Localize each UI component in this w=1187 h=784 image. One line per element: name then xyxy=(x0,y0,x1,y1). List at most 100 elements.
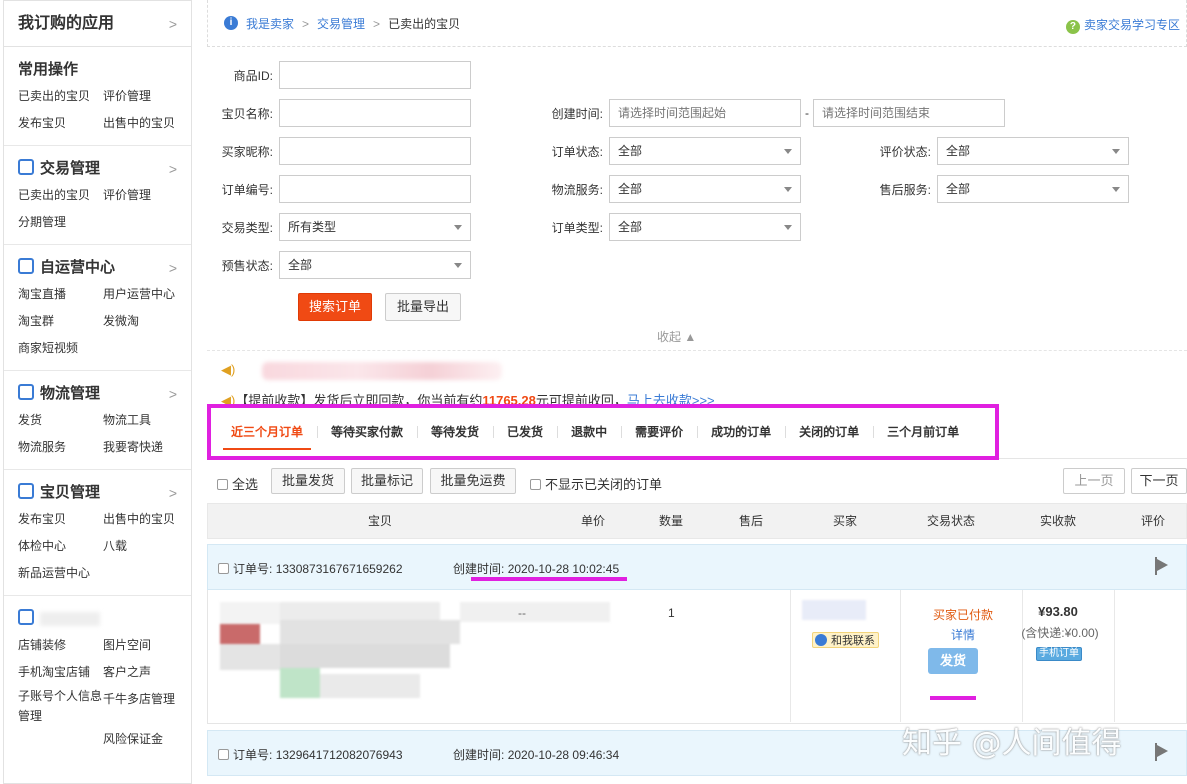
sidebar-item-short-video[interactable]: 商家短视频 xyxy=(18,335,103,362)
ship-button[interactable]: 发货 xyxy=(928,648,978,674)
divider xyxy=(207,350,1187,351)
sidebar-item-on-sale[interactable]: 出售中的宝贝 xyxy=(103,506,191,533)
sidebar-item-decoration[interactable]: 店铺装修 xyxy=(18,632,103,659)
sidebar-item-multi-store[interactable]: 千牛多店管理 xyxy=(103,686,191,713)
presale-select[interactable]: 全部 xyxy=(279,251,471,279)
sidebar-item-health-check[interactable]: 体检中心 xyxy=(18,533,103,560)
batch-mark-button[interactable]: 批量标记 xyxy=(351,468,423,494)
flag-icon[interactable] xyxy=(1155,557,1168,575)
batch-ship-button[interactable]: 批量发货 xyxy=(271,468,345,494)
prev-page-button[interactable]: 上一页 xyxy=(1063,468,1125,494)
sidebar-item-image-space[interactable]: 图片空间 xyxy=(103,632,191,659)
sidebar-item-group[interactable]: 淘宝群 xyxy=(18,308,103,335)
sidebar-item-mobile-store[interactable]: 手机淘宝店铺 xyxy=(18,659,103,686)
sidebar-store-header[interactable] xyxy=(4,606,191,632)
review-status-select[interactable]: 全部 xyxy=(937,137,1129,165)
sidebar-item-weitao[interactable]: 发微淘 xyxy=(103,308,191,335)
flag-icon[interactable] xyxy=(1155,743,1168,761)
sidebar-trade-header[interactable]: 交易管理 > xyxy=(4,156,191,182)
logistics-label: 物流服务: xyxy=(551,182,603,197)
sidebar-item-bazai[interactable]: 八载 xyxy=(103,533,191,560)
sidebar-item-live[interactable]: 淘宝直播 xyxy=(18,281,103,308)
tab-awaiting-shipment[interactable]: 等待发货 xyxy=(417,408,493,456)
sidebar-trade-section: 交易管理 > 已卖出的宝贝 评价管理 分期管理 xyxy=(4,146,191,245)
sidebar-self-ops-header[interactable]: 自运营中心 > xyxy=(4,255,191,281)
logistics-select[interactable]: 全部 xyxy=(609,175,801,203)
sidebar-item-sold-items[interactable]: 已卖出的宝贝 xyxy=(18,182,103,209)
breadcrumb-current: 已卖出的宝贝 xyxy=(388,16,461,31)
item-name-input[interactable] xyxy=(279,99,471,127)
tab-successful[interactable]: 成功的订单 xyxy=(697,408,785,456)
created-start-input[interactable] xyxy=(609,99,801,127)
sidebar-item-risk-deposit[interactable]: 风险保证金 xyxy=(103,726,191,753)
tab-refunding[interactable]: 退款中 xyxy=(557,408,621,456)
sidebar-item-installments[interactable]: 分期管理 xyxy=(18,209,103,236)
col-quantity: 数量 xyxy=(658,514,683,528)
tab-shipped[interactable]: 已发货 xyxy=(493,408,557,456)
highlight-underline xyxy=(930,696,976,700)
sidebar-item-logistics-service[interactable]: 物流服务 xyxy=(18,434,103,461)
help-icon: ? xyxy=(1065,20,1080,34)
trade-type-select[interactable]: 所有类型 xyxy=(279,213,471,241)
order-no-label: 订单编号: xyxy=(221,182,273,197)
contact-me-button[interactable]: 和我联系 xyxy=(812,632,879,648)
col-aftersale: 售后 xyxy=(738,514,763,528)
buyer-input[interactable] xyxy=(279,137,471,165)
tab-needs-review[interactable]: 需要评价 xyxy=(621,408,697,456)
sidebar-item-new-product[interactable]: 新品运营中心 xyxy=(18,560,103,587)
col-item: 宝贝 xyxy=(367,514,392,528)
speaker-icon: ◀) xyxy=(221,362,236,377)
order-checkbox[interactable]: 订单号: 1330873167671659262 xyxy=(218,560,403,577)
tab-older[interactable]: 三个月前订单 xyxy=(873,408,973,456)
sidebar-trade-title: 交易管理 xyxy=(40,160,101,177)
order-no-input[interactable] xyxy=(279,175,471,203)
info-icon: i xyxy=(224,16,238,30)
book-icon xyxy=(18,384,34,400)
hide-closed-checkbox[interactable]: 不显示已关闭的订单 xyxy=(530,474,662,493)
help-link[interactable]: ? 卖家交易学习专区 xyxy=(1065,16,1180,34)
sidebar-common-title: 常用操作 xyxy=(18,61,79,78)
sidebar-item-on-sale[interactable]: 出售中的宝贝 xyxy=(103,110,191,137)
col-buyer: 买家 xyxy=(832,514,857,528)
sidebar-item-sold-items[interactable]: 已卖出的宝贝 xyxy=(18,83,103,110)
sidebar-item-reviews[interactable]: 评价管理 xyxy=(103,182,191,209)
review-status-label: 评价状态: xyxy=(879,144,931,159)
sidebar-self-ops-section: 自运营中心 > 淘宝直播 用户运营中心 淘宝群 发微淘 商家短视频 xyxy=(4,245,191,371)
sidebar-item-sub-account[interactable]: 子账号个人信息管理 xyxy=(18,686,103,726)
order-type-select[interactable]: 全部 xyxy=(609,213,801,241)
select-all-checkbox[interactable]: 全选 xyxy=(217,474,258,493)
sidebar-item-ship[interactable]: 发货 xyxy=(18,407,103,434)
batch-export-button[interactable]: 批量导出 xyxy=(385,293,461,321)
sidebar-item-publish[interactable]: 发布宝贝 xyxy=(18,110,103,137)
trade-status: 买家已付款 xyxy=(932,608,993,622)
order-checkbox[interactable]: 订单号: 1329641712082076943 xyxy=(218,746,403,763)
order-status-select[interactable]: 全部 xyxy=(609,137,801,165)
redacted-notice xyxy=(262,362,502,380)
order-detail-link[interactable]: 详情 xyxy=(908,626,1018,643)
col-amount: 实收款 xyxy=(1039,514,1076,528)
sidebar-item-user-ops[interactable]: 用户运营中心 xyxy=(103,281,191,308)
sidebar-goods-header[interactable]: 宝贝管理 > xyxy=(4,480,191,506)
collapse-toggle[interactable]: 收起 ▲ xyxy=(657,328,696,345)
batch-free-ship-button[interactable]: 批量免运费 xyxy=(430,468,516,494)
sidebar-item-logistics-tools[interactable]: 物流工具 xyxy=(103,407,191,434)
sidebar-logistics-header[interactable]: 物流管理 > xyxy=(4,381,191,407)
tab-awaiting-payment[interactable]: 等待买家付款 xyxy=(317,408,417,456)
order-status-label: 订单状态: xyxy=(551,144,603,159)
aftersale-select[interactable]: 全部 xyxy=(937,175,1129,203)
sidebar-item-publish[interactable]: 发布宝贝 xyxy=(18,506,103,533)
sidebar-item-reviews[interactable]: 评价管理 xyxy=(103,83,191,110)
subscribed-apps-header[interactable]: 我订购的应用 > xyxy=(4,1,191,47)
sidebar-item-customer-voice[interactable]: 客户之声 xyxy=(103,659,191,686)
sidebar-item-send-express[interactable]: 我要寄快递 xyxy=(103,434,191,461)
created-end-input[interactable] xyxy=(813,99,1005,127)
item-id-input[interactable] xyxy=(279,61,471,89)
breadcrumb-trade[interactable]: 交易管理 xyxy=(317,17,365,31)
mobile-order-badge: 手机订单 xyxy=(1036,647,1082,661)
breadcrumb-seller[interactable]: 我是卖家 xyxy=(246,17,294,31)
tab-closed[interactable]: 关闭的订单 xyxy=(785,408,873,456)
search-orders-button[interactable]: 搜索订单 xyxy=(298,293,372,321)
tab-recent-3-months[interactable]: 近三个月订单 xyxy=(217,408,317,456)
next-page-button[interactable]: 下一页 xyxy=(1131,468,1187,494)
order-tabs: 近三个月订单 等待买家付款 等待发货 已发货 退款中 需要评价 成功的订单 关闭… xyxy=(211,408,995,456)
